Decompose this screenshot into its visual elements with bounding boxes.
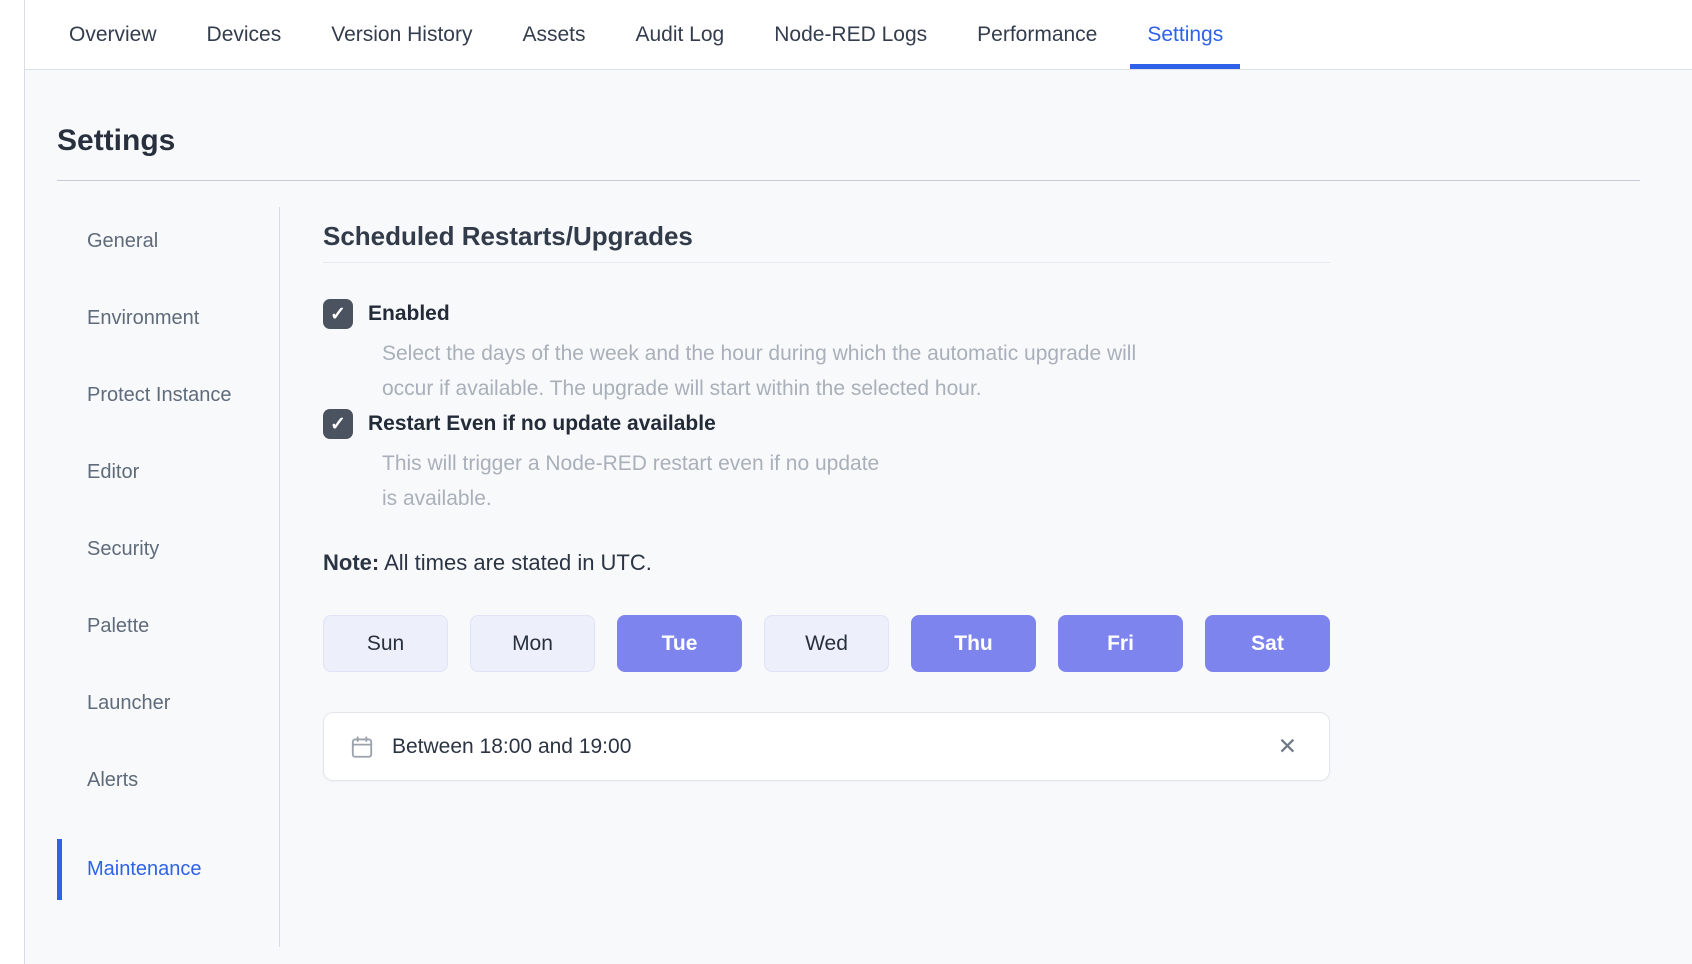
note-label: Note: [323,550,379,575]
sidebar-item-editor[interactable]: Editor [57,454,279,491]
instance-tab-bar: OverviewDevicesVersion HistoryAssetsAudi… [0,0,1692,70]
day-selector: Sun Mon Tue Wed Thu Fri Sat [323,615,1330,672]
nav-tab-devices[interactable]: Devices [190,0,299,69]
sidebar-item-alerts[interactable]: Alerts [57,762,279,799]
time-range-picker[interactable]: Between 18:00 and 19:00 ✕ [323,712,1330,781]
restart-checkbox[interactable]: ✓ [323,409,353,439]
nav-tab-settings[interactable]: Settings [1130,0,1240,69]
day-button-fri[interactable]: Fri [1058,615,1183,672]
maintenance-panel: Scheduled Restarts/Upgrades ✓ Enabled Se… [280,207,1640,947]
nav-tab-version-history[interactable]: Version History [314,0,489,69]
section-title: Scheduled Restarts/Upgrades [323,207,1330,263]
sidebar-item-protect-instance[interactable]: Protect Instance [57,377,279,414]
nav-tab-assets[interactable]: Assets [505,0,602,69]
nav-tab-node-red-logs[interactable]: Node-RED Logs [757,0,944,69]
day-button-sat[interactable]: Sat [1205,615,1330,672]
page-title: Settings [57,118,1640,163]
day-button-tue[interactable]: Tue [617,615,742,672]
clear-time-icon[interactable]: ✕ [1274,731,1301,762]
note-text: All times are stated in UTC. [384,550,652,575]
sidebar-item-launcher[interactable]: Launcher [57,685,279,722]
nav-tab-overview[interactable]: Overview [52,0,174,69]
enabled-option: ✓ Enabled Select the days of the week an… [323,299,1330,406]
utc-note: Note: All times are stated in UTC. [323,548,1330,578]
nav-tab-audit-log[interactable]: Audit Log [618,0,741,69]
day-button-sun[interactable]: Sun [323,615,448,672]
settings-sidebar: General Environment Protect Instance Editor… [57,207,280,947]
sidebar-item-security[interactable]: Security [57,531,279,568]
nav-tab-performance[interactable]: Performance [960,0,1114,69]
checkmark-icon: ✓ [330,415,346,434]
restart-option: ✓ Restart Even if no update available Th… [323,409,1330,516]
restart-label: Restart Even if no update available [368,412,716,436]
sidebar-item-palette[interactable]: Palette [57,608,279,645]
sidebar-item-maintenance[interactable]: Maintenance [57,839,279,900]
day-button-thu[interactable]: Thu [911,615,1036,672]
settings-page: Settings General Environment Protect Insta… [0,70,1692,964]
calendar-icon [349,734,375,760]
enabled-label: Enabled [368,302,450,326]
title-divider [57,180,1640,181]
enabled-checkbox[interactable]: ✓ [323,299,353,329]
enabled-description: Select the days of the week and the hour… [382,336,1330,406]
checkmark-icon: ✓ [330,305,346,324]
sidebar-item-environment[interactable]: Environment [57,300,279,337]
time-range-value: Between 18:00 and 19:00 [392,735,631,759]
day-button-wed[interactable]: Wed [764,615,889,672]
app-left-border [0,0,25,964]
day-button-mon[interactable]: Mon [470,615,595,672]
restart-description: This will trigger a Node-RED restart eve… [382,446,1330,516]
sidebar-item-general[interactable]: General [57,223,279,260]
